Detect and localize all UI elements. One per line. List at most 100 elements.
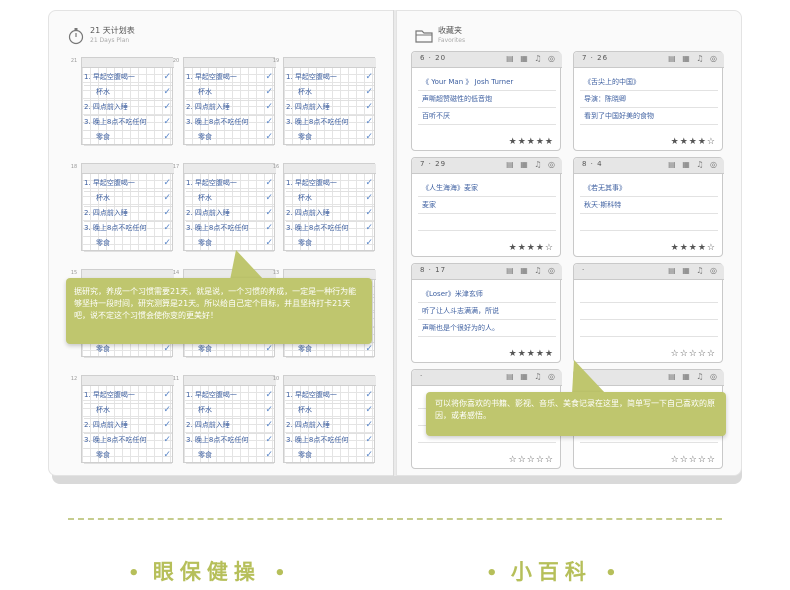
- day-card[interactable]: 12 1. 早起空腹喝一 ✓ 杯水 ✓ 2. 四点前入睡 ✓ 3. 晚上8点不吃任何 ✓ 零食 ✓: [71, 375, 174, 464]
- checkmark-icon[interactable]: ✓: [365, 418, 373, 432]
- favorite-card-header: 8 · 4 ▤ ▦ ♫ ◎: [574, 158, 724, 174]
- habit-line: 1. 早起空腹喝一 ✓: [286, 176, 374, 192]
- note-line: 声嘶超赞磁性的低音炮: [418, 91, 556, 108]
- habit-text: 杯水: [298, 88, 312, 96]
- footer-encyclopedia-label: 小百科: [510, 560, 592, 584]
- note-line: 《 Your Man 》 Josh Turner: [418, 74, 556, 91]
- favorite-card-header: · ▤ ▦ ♫ ◎: [412, 370, 562, 386]
- favorite-card[interactable]: · ▤ ▦ ♫ ◎ ☆☆☆☆☆: [573, 263, 724, 363]
- category-icons[interactable]: ▤ ▦ ♫ ◎: [668, 372, 719, 381]
- checkmark-icon[interactable]: ✓: [265, 418, 273, 432]
- checkmark-icon[interactable]: ✓: [163, 191, 171, 205]
- category-icons[interactable]: ▤ ▦ ♫ ◎: [668, 160, 719, 169]
- day-card[interactable]: 10 1. 早起空腹喝一 ✓ 杯水 ✓ 2. 四点前入睡 ✓ 3. 晚上8点不吃任何 ✓ 零食 ✓: [273, 375, 376, 464]
- category-icons[interactable]: ▤ ▦ ♫ ◎: [668, 266, 719, 275]
- day-card[interactable]: 17 1. 早起空腹喝一 ✓ 杯水 ✓ 2. 四点前入睡 ✓ 3. 晚上8点不吃任何 ✓ 零食 ✓: [173, 163, 276, 252]
- favorite-card[interactable]: 6 · 20 ▤ ▦ ♫ ◎ 《 Your Man 》 Josh Turner 声嘶超…: [411, 51, 562, 151]
- star-rating[interactable]: ★★★★★: [509, 349, 554, 359]
- star-rating[interactable]: ☆☆☆☆☆: [509, 455, 554, 465]
- day-card[interactable]: 20 1. 早起空腹喝一 ✓ 杯水 ✓ 2. 四点前入睡 ✓ 3. 晚上8点不吃任何 ✓ 零食 ✓: [173, 57, 276, 146]
- checkmark-icon[interactable]: ✓: [265, 206, 273, 220]
- star-rating[interactable]: ★★★★☆: [509, 243, 554, 253]
- checkmark-icon[interactable]: ✓: [365, 342, 373, 356]
- day-card[interactable]: 19 1. 早起空腹喝一 ✓ 杯水 ✓ 2. 四点前入睡 ✓ 3. 晚上8点不吃任何 ✓ 零食 ✓: [273, 57, 376, 146]
- checkmark-icon[interactable]: ✓: [265, 388, 273, 402]
- habit-line: 零食 ✓: [286, 342, 374, 358]
- checkmark-icon[interactable]: ✓: [163, 433, 171, 447]
- checkmark-icon[interactable]: ✓: [265, 236, 273, 250]
- checkmark-icon[interactable]: ✓: [365, 388, 373, 402]
- star-rating[interactable]: ★★★★★: [509, 137, 554, 147]
- star-rating[interactable]: ☆☆☆☆☆: [671, 455, 716, 465]
- checkmark-icon[interactable]: ✓: [163, 342, 171, 356]
- checkmark-icon[interactable]: ✓: [265, 433, 273, 447]
- day-card[interactable]: 21 1. 早起空腹喝一 ✓ 杯水 ✓ 2. 四点前入睡 ✓ 3. 晚上8点不吃任何 ✓ 零食 ✓: [71, 57, 174, 146]
- favorite-card[interactable]: 7 · 26 ▤ ▦ ♫ ◎ 《舌尖上的中国》 导演：陈晓卿 看到了中国好美的食物 ★★★…: [573, 51, 724, 151]
- star-rating[interactable]: ★★★★☆: [671, 243, 716, 253]
- checkmark-icon[interactable]: ✓: [163, 221, 171, 235]
- checkmark-icon[interactable]: ✓: [365, 433, 373, 447]
- habit-line: 2. 四点前入睡 ✓: [186, 206, 274, 222]
- habit-text: 杯水: [198, 194, 212, 202]
- favorite-card[interactable]: 8 · 17 ▤ ▦ ♫ ◎ 《Loser》米津玄师 听了让人斗志满满，所说 声嘶也是个…: [411, 263, 562, 363]
- habit-line: 2. 四点前入睡 ✓: [286, 418, 374, 434]
- checkmark-icon[interactable]: ✓: [365, 221, 373, 235]
- category-icons[interactable]: ▤ ▦ ♫ ◎: [506, 160, 557, 169]
- day-card[interactable]: 11 1. 早起空腹喝一 ✓ 杯水 ✓ 2. 四点前入睡 ✓ 3. 晚上8点不吃任何 ✓ 零食 ✓: [173, 375, 276, 464]
- day-card[interactable]: 16 1. 早起空腹喝一 ✓ 杯水 ✓ 2. 四点前入睡 ✓ 3. 晚上8点不吃任何 ✓ 零食 ✓: [273, 163, 376, 252]
- day-number: 21: [70, 58, 78, 64]
- checkmark-icon[interactable]: ✓: [265, 70, 273, 84]
- checkmark-icon[interactable]: ✓: [265, 191, 273, 205]
- category-icons[interactable]: ▤ ▦ ♫ ◎: [506, 372, 557, 381]
- favorite-card[interactable]: 7 · 29 ▤ ▦ ♫ ◎ 《人生海海》麦家 麦家 ★★★★☆: [411, 157, 562, 257]
- star-rating[interactable]: ☆☆☆☆☆: [671, 349, 716, 359]
- checkmark-icon[interactable]: ✓: [163, 70, 171, 84]
- checkmark-icon[interactable]: ✓: [163, 130, 171, 144]
- checkmark-icon[interactable]: ✓: [163, 403, 171, 417]
- checkmark-icon[interactable]: ✓: [265, 100, 273, 114]
- favorite-date: 7 · 26: [582, 54, 609, 62]
- checkmark-icon[interactable]: ✓: [265, 115, 273, 129]
- checkmark-icon[interactable]: ✓: [163, 236, 171, 250]
- tracker-row: 18 1. 早起空腹喝一 ✓ 杯水 ✓ 2. 四点前入睡 ✓ 3. 晚上8点不吃任何 ✓ 零食 ✓ 1…: [65, 163, 387, 257]
- checkmark-icon[interactable]: ✓: [365, 448, 373, 462]
- checkmark-icon[interactable]: ✓: [163, 448, 171, 462]
- checkmark-icon[interactable]: ✓: [365, 115, 373, 129]
- checkmark-icon[interactable]: ✓: [365, 85, 373, 99]
- checkmark-icon[interactable]: ✓: [163, 388, 171, 402]
- habit-line: 杯水 ✓: [84, 403, 172, 419]
- checkmark-icon[interactable]: ✓: [365, 100, 373, 114]
- checkmark-icon[interactable]: ✓: [265, 221, 273, 235]
- day-card[interactable]: 18 1. 早起空腹喝一 ✓ 杯水 ✓ 2. 四点前入睡 ✓ 3. 晚上8点不吃任何 ✓ 零食 ✓: [71, 163, 174, 252]
- category-icons[interactable]: ▤ ▦ ♫ ◎: [506, 266, 557, 275]
- checkmark-icon[interactable]: ✓: [365, 403, 373, 417]
- note-line: 《舌尖上的中国》: [580, 74, 718, 91]
- checkmark-icon[interactable]: ✓: [163, 100, 171, 114]
- checkmark-icon[interactable]: ✓: [163, 176, 171, 190]
- category-icons[interactable]: ▤ ▦ ♫ ◎: [668, 54, 719, 63]
- checkmark-icon[interactable]: ✓: [365, 130, 373, 144]
- habit-text: 2. 四点前入睡: [84, 421, 128, 429]
- checkmark-icon[interactable]: ✓: [365, 236, 373, 250]
- checkmark-icon[interactable]: ✓: [163, 115, 171, 129]
- checkmark-icon[interactable]: ✓: [265, 342, 273, 356]
- habit-text: 2. 四点前入睡: [186, 103, 230, 111]
- star-rating[interactable]: ★★★★☆: [671, 137, 716, 147]
- checkmark-icon[interactable]: ✓: [365, 191, 373, 205]
- category-icons[interactable]: ▤ ▦ ♫ ◎: [506, 54, 557, 63]
- habit-line: 1. 早起空腹喝一 ✓: [286, 70, 374, 86]
- checkmark-icon[interactable]: ✓: [265, 130, 273, 144]
- day-card-tab: [184, 164, 276, 174]
- checkmark-icon[interactable]: ✓: [265, 85, 273, 99]
- checkmark-icon[interactable]: ✓: [265, 176, 273, 190]
- checkmark-icon[interactable]: ✓: [365, 206, 373, 220]
- checkmark-icon[interactable]: ✓: [163, 206, 171, 220]
- favorite-notes: 《若无其事》 秋天·斯科特: [580, 180, 718, 231]
- favorite-card[interactable]: 8 · 4 ▤ ▦ ♫ ◎ 《若无其事》 秋天·斯科特 ★★★★☆: [573, 157, 724, 257]
- checkmark-icon[interactable]: ✓: [265, 448, 273, 462]
- checkmark-icon[interactable]: ✓: [163, 418, 171, 432]
- checkmark-icon[interactable]: ✓: [265, 403, 273, 417]
- checkmark-icon[interactable]: ✓: [365, 70, 373, 84]
- checkmark-icon[interactable]: ✓: [365, 176, 373, 190]
- checkmark-icon[interactable]: ✓: [163, 85, 171, 99]
